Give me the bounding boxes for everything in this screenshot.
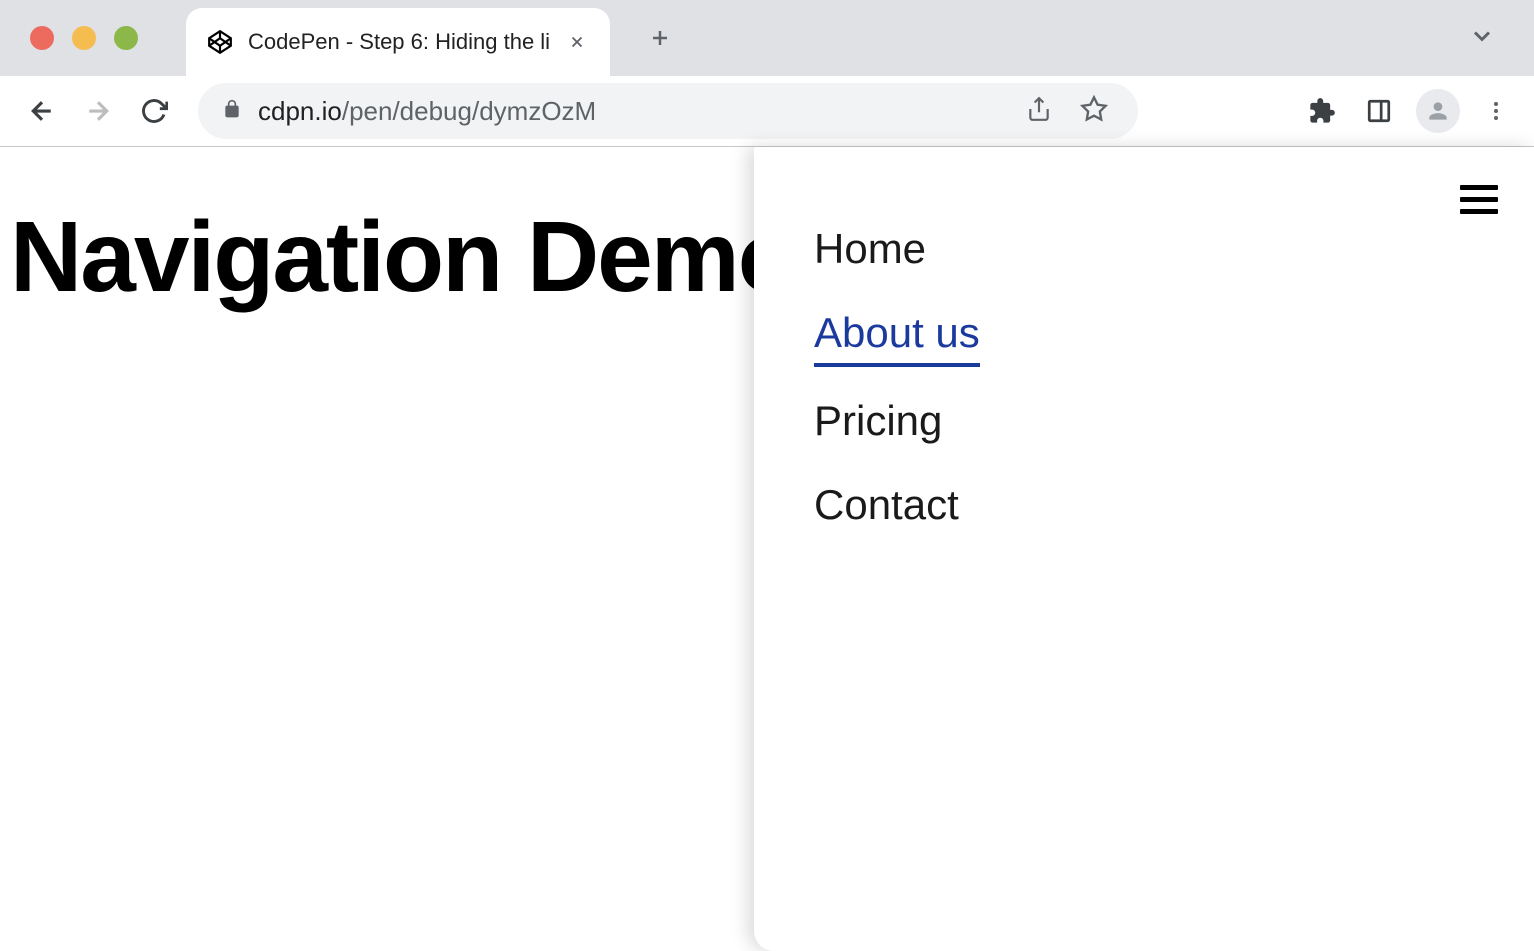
address-bar[interactable]: cdpn.io/pen/debug/dymzOzM: [198, 83, 1138, 139]
page-viewport: Navigation Demo Home About us Pricing Co…: [0, 147, 1534, 951]
browser-menu-icon[interactable]: [1478, 93, 1514, 129]
window-controls: [30, 26, 138, 50]
window-maximize-button[interactable]: [114, 26, 138, 50]
hamburger-line-icon: [1460, 209, 1498, 214]
nav-list: Home About us Pricing Contact: [754, 147, 1534, 547]
window-close-button[interactable]: [30, 26, 54, 50]
navigation-panel: Home About us Pricing Contact: [754, 147, 1534, 951]
browser-tab[interactable]: CodePen - Step 6: Hiding the li: [186, 8, 610, 76]
bookmark-star-icon[interactable]: [1074, 89, 1114, 134]
tab-title: CodePen - Step 6: Hiding the li: [248, 29, 550, 55]
browser-toolbar: cdpn.io/pen/debug/dymzOzM: [0, 76, 1534, 146]
side-panel-icon[interactable]: [1360, 92, 1398, 130]
forward-button[interactable]: [76, 89, 120, 133]
nav-item-contact[interactable]: Contact: [814, 463, 959, 547]
codepen-favicon-icon: [206, 28, 234, 56]
profile-avatar[interactable]: [1416, 89, 1460, 133]
browser-chrome: CodePen - Step 6: Hiding the li: [0, 0, 1534, 147]
hamburger-line-icon: [1460, 185, 1498, 190]
reload-button[interactable]: [132, 89, 176, 133]
hamburger-line-icon: [1460, 197, 1498, 202]
lock-icon: [222, 99, 242, 124]
nav-item-about-us[interactable]: About us: [814, 291, 980, 367]
tab-list-chevron-icon[interactable]: [1460, 14, 1504, 63]
window-minimize-button[interactable]: [72, 26, 96, 50]
back-button[interactable]: [20, 89, 64, 133]
extensions-icon[interactable]: [1302, 91, 1342, 131]
nav-item-home[interactable]: Home: [814, 207, 926, 291]
tab-bar: CodePen - Step 6: Hiding the li: [0, 0, 1534, 76]
url-text: cdpn.io/pen/debug/dymzOzM: [258, 96, 623, 127]
url-path: /pen/debug/dymzOzM: [342, 96, 596, 126]
hamburger-menu-button[interactable]: [1460, 185, 1498, 214]
share-icon[interactable]: [1020, 90, 1058, 133]
tab-close-button[interactable]: [564, 29, 590, 55]
new-tab-button[interactable]: [638, 16, 682, 60]
nav-item-pricing[interactable]: Pricing: [814, 379, 942, 463]
url-domain: cdpn.io: [258, 96, 342, 126]
